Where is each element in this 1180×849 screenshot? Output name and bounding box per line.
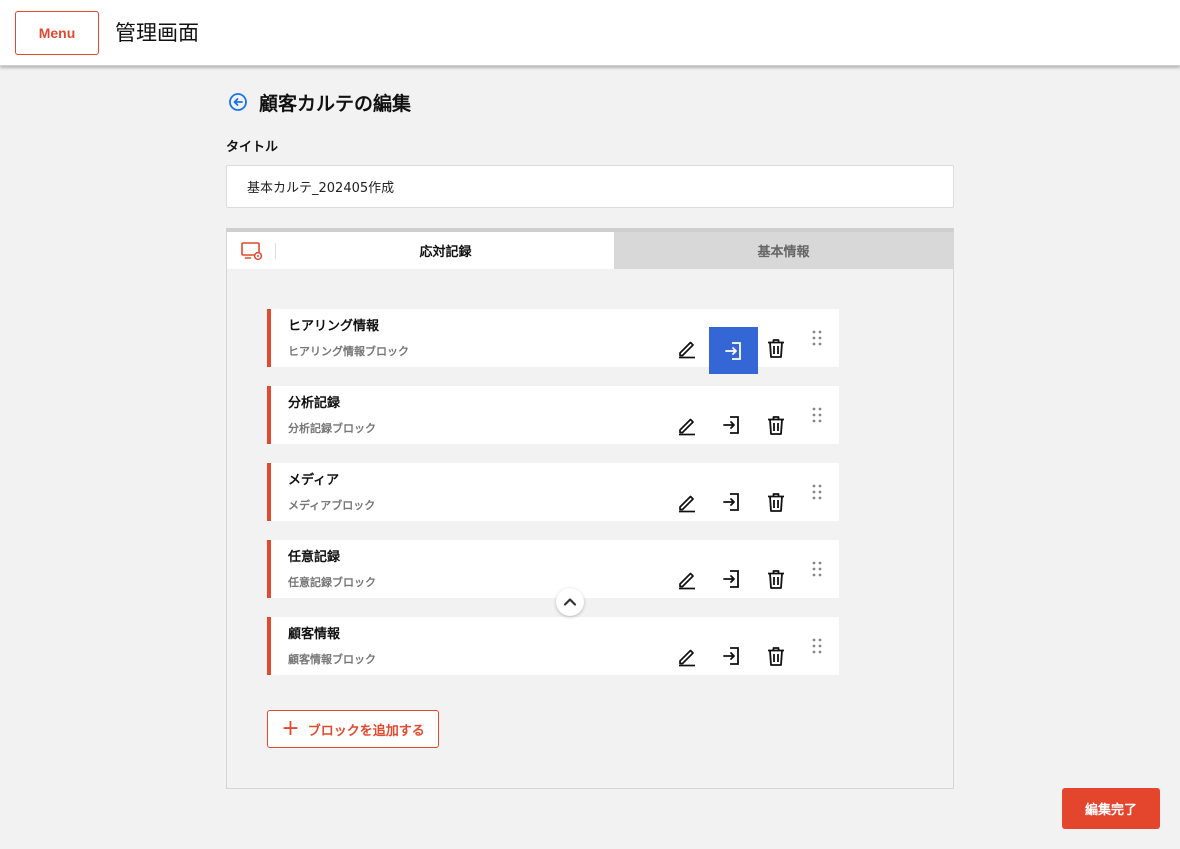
trash-icon[interactable] [765,568,787,590]
block-subtitle: 分析記録ブロック [288,422,376,435]
block-title: 任意記録 [288,550,341,565]
block-title: メディア [288,473,340,488]
block-item: メディア メディアブロック [267,463,839,521]
trash-icon[interactable] [765,337,787,359]
trash-icon[interactable] [765,645,787,667]
drag-handle-icon[interactable] [810,406,824,424]
pencil-icon[interactable] [676,414,698,436]
block-item: ヒアリング情報 ヒアリング情報ブロック [267,309,839,374]
tab-response-record[interactable]: 応対記録 [277,232,614,269]
move-in-icon[interactable] [709,327,758,374]
block-subtitle: 任意記録ブロック [288,576,376,589]
pencil-icon[interactable] [676,645,698,667]
back-arrow-circle-icon[interactable] [228,92,248,112]
block-item: 分析記録 分析記録ブロック [267,386,839,444]
block-subtitle: ヒアリング情報ブロック [288,345,409,358]
chevron-up-icon[interactable] [556,588,584,616]
block-item: 任意記録 任意記録ブロック [267,540,839,598]
pencil-icon[interactable] [676,491,698,513]
screen-settings-icon[interactable] [227,232,277,269]
move-in-icon[interactable] [721,414,743,436]
app-header: Menu 管理画面 [0,0,1180,66]
drag-handle-icon[interactable] [810,483,824,501]
block-subtitle: 顧客情報ブロック [288,653,376,666]
trash-icon[interactable] [765,491,787,513]
add-block-label: ブロックを追加する [307,723,425,739]
pencil-icon[interactable] [676,568,698,590]
drag-handle-icon[interactable] [810,560,824,578]
title-field-label: タイトル [226,140,279,155]
block-title: 分析記録 [288,396,341,411]
pencil-icon[interactable] [676,337,698,359]
app-title: 管理画面 [115,21,199,45]
plus-icon: + [281,716,300,741]
move-in-icon[interactable] [721,568,743,590]
tab-separator [275,243,276,259]
drag-handle-icon[interactable] [810,637,824,655]
block-subtitle: メディアブロック [288,499,376,512]
move-in-icon[interactable] [721,491,743,513]
page-title: 顧客カルテの編集 [259,92,412,115]
drag-handle-icon[interactable] [810,329,824,347]
tab-bar: 応対記録 基本情報 [227,232,953,269]
add-block-button[interactable]: + ブロックを追加する [267,710,439,748]
finish-editing-button[interactable]: 編集完了 [1062,788,1160,829]
menu-button[interactable]: Menu [15,11,99,55]
title-input[interactable] [226,165,954,208]
block-title: ヒアリング情報 [288,319,380,334]
block-item: 顧客情報 顧客情報ブロック [267,617,839,675]
move-in-icon[interactable] [721,645,743,667]
page-heading: 顧客カルテの編集 [228,88,411,116]
trash-icon[interactable] [765,414,787,436]
tab-basic-info[interactable]: 基本情報 [614,232,953,269]
block-title: 顧客情報 [288,627,341,642]
editor-panel: 応対記録 基本情報 ヒアリング情報 ヒアリング情報ブロック 分析記録 分析記録ブ… [226,228,954,789]
